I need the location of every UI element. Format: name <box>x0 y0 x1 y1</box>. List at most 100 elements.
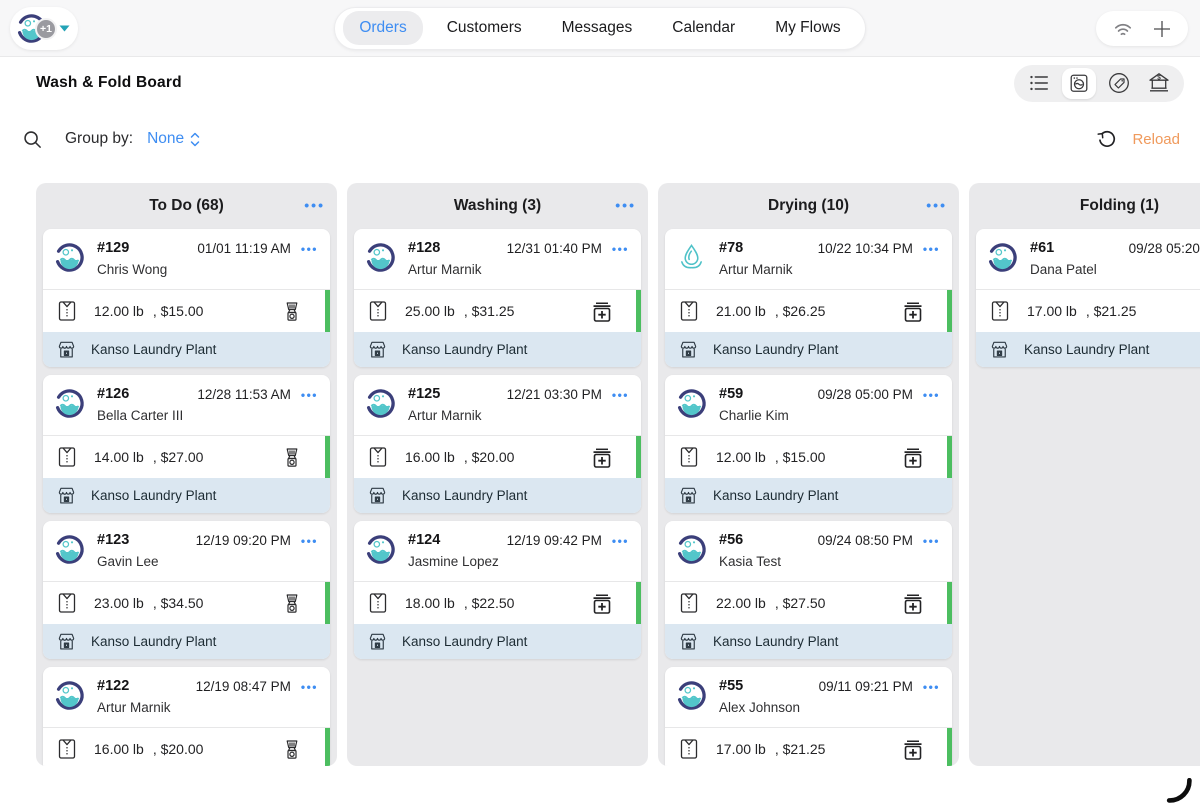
machine-action-button[interactable] <box>589 446 615 469</box>
machine-action-button[interactable] <box>900 446 926 469</box>
column-title: To Do (68) <box>149 197 224 215</box>
order-details-row: 17.00 lb , $21.25 <box>665 727 952 766</box>
order-card[interactable]: #129 01/01 11:19 AM Chris Wong 12.00 lb … <box>43 229 330 367</box>
view-switcher: $ <box>1014 65 1184 102</box>
order-details-row: 18.00 lb , $22.50 <box>354 581 641 624</box>
washer-view-button[interactable] <box>1062 68 1096 99</box>
store-icon <box>366 338 389 361</box>
laundry-drum-logo-icon <box>676 388 707 419</box>
order-avatar <box>676 534 707 565</box>
order-card[interactable]: #55 09/11 09:21 PM Alex Johnson 17.00 lb… <box>665 667 952 766</box>
status-bar <box>947 582 952 624</box>
machine-action-button[interactable] <box>280 738 304 761</box>
tag-view-button[interactable] <box>1102 68 1136 99</box>
laundry-drum-logo-icon <box>676 680 707 711</box>
order-avatar <box>54 388 85 419</box>
tag-circle-icon <box>1107 71 1131 95</box>
order-id: #126 <box>97 386 129 402</box>
card-menu-button[interactable] <box>612 241 629 256</box>
column-menu-button[interactable] <box>615 197 636 213</box>
add-button[interactable] <box>1150 17 1174 41</box>
plant-name: Kanso Laundry Plant <box>402 488 527 503</box>
card-menu-button[interactable] <box>301 241 318 256</box>
order-card[interactable]: #122 12/19 08:47 PM Artur Marnik 16.00 l… <box>43 667 330 766</box>
order-card[interactable]: #128 12/31 01:40 PM Artur Marnik 25.00 l… <box>354 229 641 367</box>
garment-icon <box>677 737 701 761</box>
card-menu-button[interactable] <box>612 533 629 548</box>
garment-icon <box>677 591 701 615</box>
card-menu-button[interactable] <box>301 387 318 402</box>
machine-action-button[interactable] <box>280 446 304 469</box>
order-weight: 18.00 lb <box>405 595 455 611</box>
card-menu-button[interactable] <box>923 679 940 694</box>
order-price: , $20.00 <box>153 741 204 757</box>
column-menu-button[interactable] <box>926 197 947 213</box>
signal-icon <box>1110 18 1136 40</box>
card-menu-button[interactable] <box>301 679 318 694</box>
machine-action-button[interactable] <box>589 592 615 615</box>
machine-action-button[interactable] <box>280 592 304 615</box>
laundry-drum-logo-icon <box>987 242 1018 273</box>
group-by-select[interactable]: None <box>147 130 201 148</box>
card-menu-button[interactable] <box>923 387 940 402</box>
column-cards: #61 09/28 05:20 PM Dana Patel 17.00 lb ,… <box>969 229 1200 367</box>
order-card[interactable]: #126 12/28 11:53 AM Bella Carter III 14.… <box>43 375 330 513</box>
status-bar <box>325 728 330 766</box>
machine-action-button[interactable] <box>900 300 926 323</box>
plant-name: Kanso Laundry Plant <box>1024 342 1149 357</box>
order-details-row: 14.00 lb , $27.00 <box>43 435 330 478</box>
board-toolbar: Group by: None Reload <box>0 109 1200 169</box>
order-details-row: 12.00 lb , $15.00 <box>665 435 952 478</box>
machine-action-button[interactable] <box>900 592 926 615</box>
card-menu-button[interactable] <box>612 387 629 402</box>
order-weight: 12.00 lb <box>716 449 766 465</box>
tab-customers[interactable]: Customers <box>431 11 538 45</box>
store-icon <box>55 338 78 361</box>
order-card[interactable]: #78 10/22 10:34 PM Artur Marnik 21.00 lb… <box>665 229 952 367</box>
card-menu-button[interactable] <box>923 533 940 548</box>
laundry-drum-logo-icon <box>54 242 85 273</box>
tab-calendar[interactable]: Calendar <box>656 11 751 45</box>
order-card[interactable]: #124 12/19 09:42 PM Jasmine Lopez 18.00 … <box>354 521 641 659</box>
bank-view-button[interactable]: $ <box>1142 68 1176 99</box>
order-avatar <box>365 388 396 419</box>
search-button[interactable] <box>22 129 43 150</box>
machine-plus-icon <box>900 738 926 761</box>
machine-action-button[interactable] <box>280 300 304 323</box>
order-card[interactable]: #61 09/28 05:20 PM Dana Patel 17.00 lb ,… <box>976 229 1200 367</box>
order-card[interactable]: #123 12/19 09:20 PM Gavin Lee 23.00 lb ,… <box>43 521 330 659</box>
status-bar <box>947 436 952 478</box>
laundry-drum-logo-icon <box>676 534 707 565</box>
order-card[interactable]: #125 12/21 03:30 PM Artur Marnik 16.00 l… <box>354 375 641 513</box>
reload-button[interactable]: Reload <box>1132 131 1180 148</box>
order-card[interactable]: #56 09/24 08:50 PM Kasia Test 22.00 lb ,… <box>665 521 952 659</box>
topbar-actions <box>1096 11 1188 46</box>
card-menu-button[interactable] <box>301 533 318 548</box>
plant-row: Kanso Laundry Plant <box>43 332 330 367</box>
card-menu-button[interactable] <box>923 241 940 256</box>
reload-icon-button[interactable] <box>1095 127 1119 151</box>
list-view-button[interactable] <box>1022 68 1056 99</box>
order-price: , $22.50 <box>464 595 515 611</box>
account-switcher[interactable]: +1 <box>10 7 78 50</box>
tab-messages[interactable]: Messages <box>546 11 649 45</box>
plant-row: Kanso Laundry Plant <box>43 624 330 659</box>
machine-action-button[interactable] <box>900 738 926 761</box>
customer-name: Gavin Lee <box>97 554 318 569</box>
order-avatar <box>676 680 707 711</box>
order-id: #129 <box>97 240 129 256</box>
column-header: Drying (10) <box>658 183 959 229</box>
order-datetime: 01/01 11:19 AM <box>197 241 291 256</box>
order-id: #61 <box>1030 240 1054 256</box>
column-menu-button[interactable] <box>304 197 325 213</box>
machine-action-button[interactable] <box>589 300 615 323</box>
order-datetime: 12/19 09:20 PM <box>196 533 291 548</box>
order-avatar <box>987 242 1018 273</box>
order-datetime: 12/21 03:30 PM <box>507 387 602 402</box>
store-icon <box>55 630 78 653</box>
signal-button[interactable] <box>1110 18 1136 40</box>
tab-orders[interactable]: Orders <box>343 11 422 45</box>
agitator-icon <box>280 592 304 615</box>
tab-my-flows[interactable]: My Flows <box>759 11 856 45</box>
order-card[interactable]: #59 09/28 05:00 PM Charlie Kim 12.00 lb … <box>665 375 952 513</box>
